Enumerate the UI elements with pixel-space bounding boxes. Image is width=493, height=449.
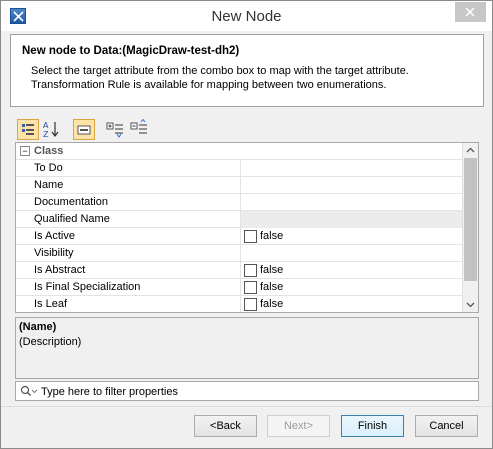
property-name: Is Active: [34, 230, 75, 242]
properties-grid: − Class To Do Name Documentation Qualifi…: [15, 142, 479, 313]
scroll-thumb[interactable]: [464, 158, 477, 281]
scroll-up-button[interactable]: [463, 143, 478, 157]
new-node-dialog: New Node New node to Data:(MagicDraw-tes…: [0, 0, 493, 449]
grid-scrollbar[interactable]: [462, 143, 478, 312]
back-button[interactable]: <Back: [194, 415, 257, 437]
checkbox-label: false: [260, 298, 284, 310]
property-row-is-active[interactable]: Is Active false: [16, 228, 463, 245]
property-row-name[interactable]: Name: [16, 177, 463, 194]
categorized-view-icon: [22, 124, 34, 135]
property-name: Qualified Name: [34, 213, 110, 225]
show-descriptions-button[interactable]: [73, 119, 95, 140]
search-icon[interactable]: [20, 385, 38, 398]
property-row-qualified-name[interactable]: Qualified Name: [16, 211, 463, 228]
checkbox-label: false: [260, 230, 284, 242]
is-final-specialization-checkbox[interactable]: [244, 281, 257, 294]
header-instruction-1: Select the target attribute from the com…: [31, 65, 409, 77]
expand-all-icon: [106, 122, 123, 138]
property-name: Visibility: [34, 247, 74, 259]
property-value[interactable]: [240, 177, 463, 194]
property-row-is-final-specialization[interactable]: Is Final Specialization false: [16, 279, 463, 296]
window-title: New Node: [211, 8, 282, 25]
property-row-documentation[interactable]: Documentation: [16, 194, 463, 211]
property-value[interactable]: false: [240, 228, 463, 245]
property-name: Is Final Specialization: [34, 281, 141, 293]
filter-box[interactable]: [15, 381, 479, 401]
sort-az-icon: A Z: [43, 121, 59, 139]
checkbox-label: false: [260, 281, 284, 293]
property-value[interactable]: [240, 160, 463, 177]
scroll-down-button[interactable]: [463, 298, 478, 312]
property-value[interactable]: false: [240, 279, 463, 296]
close-button[interactable]: [455, 2, 486, 22]
expand-all-button[interactable]: [105, 119, 127, 140]
is-abstract-checkbox[interactable]: [244, 264, 257, 277]
dialog-footer: <Back Next> Finish Cancel: [1, 406, 492, 448]
property-toolbar: A Z: [15, 118, 315, 141]
alphabetic-sort-button[interactable]: A Z: [41, 119, 63, 140]
filter-input[interactable]: [41, 384, 471, 399]
svg-text:A: A: [43, 121, 49, 130]
chevron-down-icon: [466, 302, 475, 308]
finish-button[interactable]: Finish: [341, 415, 404, 437]
property-value[interactable]: [240, 245, 463, 262]
property-row-is-abstract[interactable]: Is Abstract false: [16, 262, 463, 279]
property-value[interactable]: false: [240, 296, 463, 312]
property-row-to-do[interactable]: To Do: [16, 160, 463, 177]
property-value[interactable]: false: [240, 262, 463, 279]
header-instruction-2: Transformation Rule is available for map…: [31, 79, 387, 91]
collapse-toggle-icon[interactable]: −: [20, 146, 30, 156]
cancel-button[interactable]: Cancel: [415, 415, 478, 437]
property-name: Documentation: [34, 196, 108, 208]
description-text: (Description): [19, 336, 82, 348]
property-name: Is Leaf: [34, 298, 68, 310]
group-row-class[interactable]: − Class: [16, 143, 463, 160]
title-bar: New Node: [1, 1, 492, 31]
categorized-view-button[interactable]: [17, 119, 39, 140]
property-name: Name: [34, 179, 64, 191]
description-title: (Name): [19, 321, 57, 333]
description-panel: (Name) (Description): [15, 317, 479, 379]
property-row-visibility[interactable]: Visibility: [16, 245, 463, 262]
property-name: To Do: [34, 162, 63, 174]
collapse-all-button[interactable]: [129, 118, 151, 140]
collapse-all-icon: [130, 118, 147, 134]
next-button[interactable]: Next>: [267, 415, 330, 437]
property-value-readonly: [240, 211, 463, 228]
dialog-header: New node to Data:(MagicDraw-test-dh2) Se…: [10, 34, 484, 107]
chevron-up-icon: [466, 147, 475, 153]
is-leaf-checkbox[interactable]: [244, 298, 257, 311]
property-row-is-leaf[interactable]: Is Leaf false: [16, 296, 463, 312]
header-title: New node to Data:(MagicDraw-test-dh2): [22, 45, 240, 57]
description-panel-icon: [77, 125, 91, 135]
checkbox-label: false: [260, 264, 284, 276]
svg-text:Z: Z: [43, 130, 49, 139]
property-name: Is Abstract: [34, 264, 86, 276]
close-icon: [465, 7, 475, 17]
is-active-checkbox[interactable]: [244, 230, 257, 243]
group-label: Class: [34, 145, 64, 157]
property-value[interactable]: [240, 194, 463, 211]
